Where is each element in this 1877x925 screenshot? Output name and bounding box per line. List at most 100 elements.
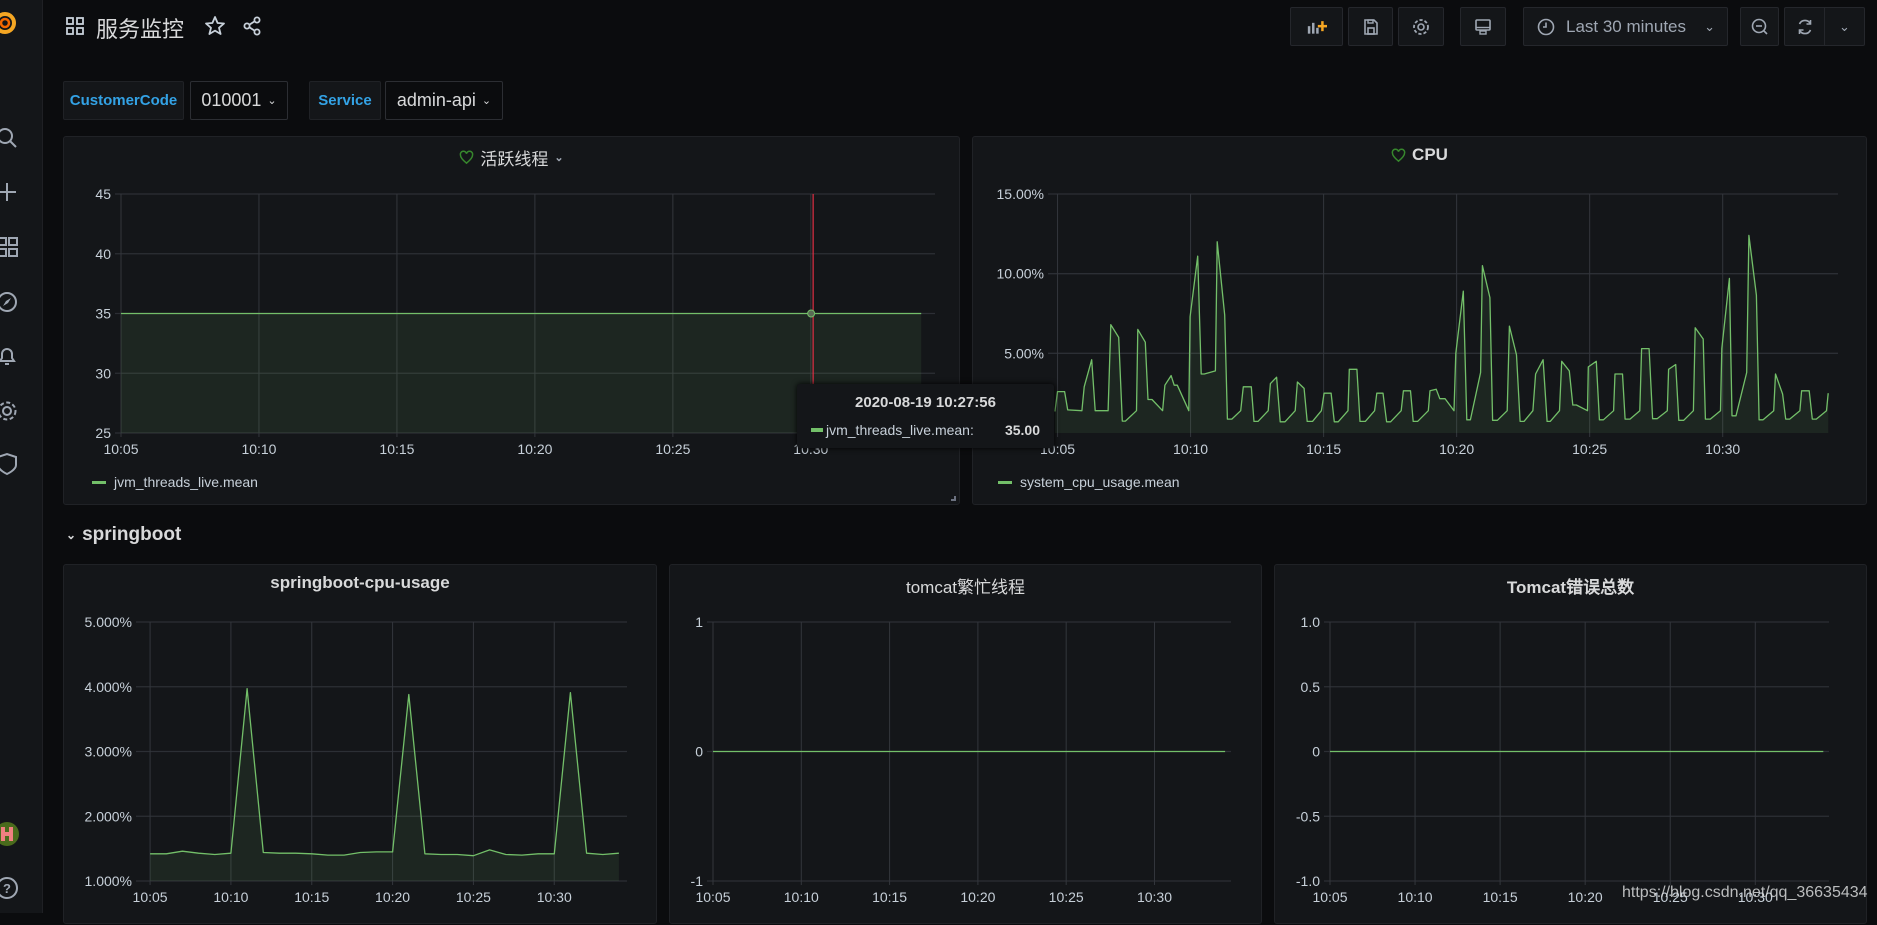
compass-icon[interactable] — [0, 289, 20, 315]
y-tick-label: 3.000% — [85, 744, 132, 760]
help-icon[interactable]: ? — [0, 875, 20, 901]
legend-item[interactable]: jvm_threads_live.mean — [92, 474, 258, 490]
variable-select-customercode[interactable]: 010001 ⌄ — [190, 81, 288, 120]
dashboard-title[interactable]: 服务监控 — [96, 12, 184, 44]
chevron-down-icon: ⌄ — [1704, 18, 1715, 34]
variable-value: 010001 — [201, 90, 262, 110]
star-icon[interactable] — [204, 15, 226, 42]
chart-tomcat-busy-threads: -1 0 1 10:05 10:10 10:15 10:20 10:25 10:30 — [691, 614, 1231, 905]
x-tick-label: 10:20 — [517, 441, 552, 457]
y-tick-label: 10.00% — [997, 266, 1044, 282]
svg-text:?: ? — [3, 881, 11, 896]
bell-icon[interactable] — [0, 343, 20, 369]
x-tick-label: 10:30 — [1705, 441, 1740, 457]
plus-icon[interactable] — [0, 179, 20, 205]
series-line — [150, 688, 619, 857]
save-dashboard-button[interactable] — [1348, 7, 1393, 46]
monitor-icon — [1475, 18, 1491, 35]
y-tick-label: 45 — [95, 186, 111, 202]
y-tick-label: 25 — [95, 425, 111, 441]
gear-icon[interactable] — [0, 398, 20, 424]
variable-label-service: Service — [309, 81, 381, 120]
y-tick-label: 0.5 — [1301, 679, 1321, 695]
legend-item[interactable]: system_cpu_usage.mean — [998, 474, 1180, 490]
variable-value: admin-api — [396, 90, 476, 110]
legend-label: jvm_threads_live.mean — [114, 474, 258, 490]
legend-swatch — [998, 480, 1012, 484]
y-tick-label: 5.00% — [1004, 345, 1044, 361]
x-tick-label: 10:05 — [695, 889, 730, 905]
x-tick-label: 10:15 — [379, 441, 414, 457]
y-tick-label: -1 — [691, 873, 704, 889]
x-tick-label: 10:10 — [1173, 441, 1208, 457]
x-tick-label: 10:20 — [1439, 441, 1474, 457]
x-tick-label: 10:10 — [1398, 889, 1433, 905]
add-panel-icon — [1307, 20, 1327, 34]
x-tick-label: 10:05 — [133, 889, 168, 905]
chevron-down-icon: ⌄ — [481, 95, 492, 107]
panel-tomcat-busy-threads[interactable]: tomcat繁忙线程 -1 0 1 10:05 10:10 10:15 10:20 10:25… — [669, 564, 1262, 924]
y-tick-label: 15.00% — [997, 186, 1044, 202]
clock-icon — [1537, 18, 1555, 35]
x-tick-label: 10:05 — [1312, 889, 1347, 905]
search-icon[interactable] — [0, 125, 20, 151]
x-tick-label: 10:15 — [1306, 441, 1341, 457]
y-tick-label: 4.000% — [85, 679, 132, 695]
chart-cpu: 5.00%10.00%15.00%10:05 10:10 10:15 10:20 10:… — [997, 186, 1838, 457]
x-tick-label: 10:15 — [1483, 889, 1518, 905]
x-tick-label: 10:25 — [1572, 441, 1607, 457]
shield-icon[interactable] — [0, 451, 20, 477]
x-tick-label: 10:10 — [784, 889, 819, 905]
tooltip-value: 35.00 — [1004, 422, 1040, 438]
add-panel-button[interactable] — [1290, 7, 1343, 46]
x-tick-label: 10:25 — [456, 889, 491, 905]
legend-swatch — [92, 480, 106, 484]
cycle-view-mode-button[interactable] — [1460, 7, 1506, 46]
watermark: https://blog.csdn.net/qq_36635434 — [1622, 884, 1868, 901]
grafana-logo-icon[interactable] — [0, 10, 18, 36]
user-avatar[interactable] — [0, 821, 20, 847]
chevron-down-icon: ⌄ — [1839, 18, 1850, 34]
panel-active-threads[interactable]: 活跃线程 ⌄ 25 30 35 40 45 10:05 10:10 10:15 10:20 10:… — [63, 136, 1054, 505]
x-tick-label: 10:10 — [213, 889, 248, 905]
y-tick-label: 5.000% — [85, 614, 132, 630]
graph-tooltip: 2020-08-19 10:27:56 jvm_threads_live.mea… — [797, 384, 1054, 448]
time-picker-button[interactable]: Last 30 minutes ⌄ — [1523, 7, 1728, 46]
variable-select-service[interactable]: admin-api ⌄ — [385, 81, 503, 120]
x-tick-label: 10:20 — [1568, 889, 1603, 905]
share-icon[interactable] — [241, 15, 263, 42]
y-tick-label: 0 — [1312, 744, 1320, 760]
refresh-interval-dropdown[interactable]: ⌄ — [1824, 7, 1865, 46]
refresh-button[interactable] — [1784, 7, 1825, 46]
x-tick-label: 10:05 — [103, 441, 138, 457]
y-tick-label: 1 — [695, 614, 703, 630]
save-icon — [1363, 18, 1378, 35]
tooltip-time: 2020-08-19 10:27:56 — [855, 394, 996, 411]
y-tick-label: 40 — [95, 246, 111, 262]
panel-tomcat-errors[interactable]: Tomcat错误总数 -1.0 -0.5 0 0.5 1.0 10:05 10:10 10:1… — [1274, 564, 1867, 924]
x-tick-label: 10:15 — [872, 889, 907, 905]
x-tick-label: 10:20 — [375, 889, 410, 905]
row-springboot[interactable]: ⌄ springboot — [66, 524, 181, 546]
tooltip-swatch — [811, 428, 823, 432]
legend-label: system_cpu_usage.mean — [1020, 474, 1180, 490]
dashboard-grid-icon — [65, 16, 85, 36]
dashboards-icon[interactable] — [0, 234, 20, 260]
y-tick-label: 2.000% — [85, 808, 132, 824]
panel-springboot-cpu-usage[interactable]: springboot-cpu-usage 1.000% 2.000% 3.000% 4… — [63, 564, 657, 924]
dashboard-settings-button[interactable] — [1398, 7, 1444, 46]
hover-point — [807, 309, 816, 318]
x-tick-label: 10:25 — [655, 441, 690, 457]
x-tick-label: 10:15 — [294, 889, 329, 905]
panel-cpu[interactable]: CPU 5.00% 10.00% 15.00% 10:05 10:10 10:15 10:2… — [972, 136, 1867, 505]
y-tick-label: 35 — [95, 306, 111, 322]
time-range-label: Last 30 minutes — [1566, 16, 1687, 36]
resize-handle[interactable] — [951, 496, 956, 501]
gear-icon — [1413, 18, 1429, 35]
zoom-out-button[interactable] — [1740, 7, 1779, 46]
y-tick-label: -1.0 — [1296, 873, 1320, 889]
x-tick-label: 10:20 — [960, 889, 995, 905]
series-area — [1054, 235, 1829, 433]
x-tick-label: 10:30 — [537, 889, 572, 905]
chart-active-threads: 253035404510:05 10:10 10:15 10:20 10:25 10:30 — [95, 186, 935, 457]
